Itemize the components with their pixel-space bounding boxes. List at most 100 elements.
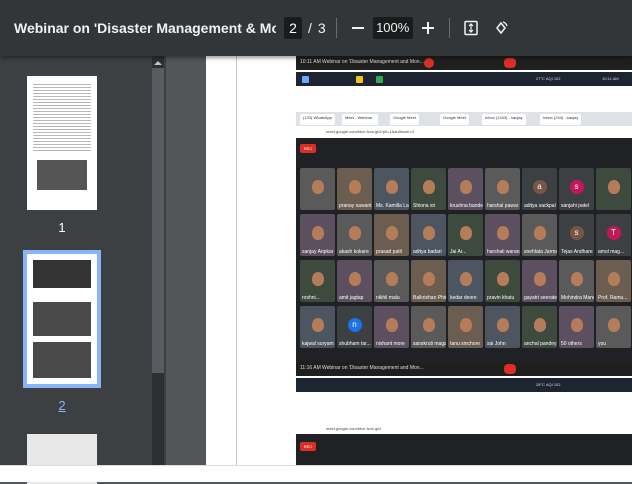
participant-name: Mohindra Mane (561, 295, 594, 301)
participant-tile[interactable]: anchal pandey (522, 306, 557, 348)
rotate-button[interactable] (490, 16, 512, 40)
participant-tile[interactable]: gayatri seerate... (522, 260, 557, 302)
rec-badge: REC (300, 442, 316, 451)
page-number-input[interactable]: 2 (284, 17, 302, 39)
page-thumbnail-1[interactable] (27, 76, 97, 210)
participant-video (570, 317, 583, 332)
taskbar-clock: 10:11 AM (602, 76, 619, 81)
participant-tile[interactable]: s sanjahi patel (559, 168, 594, 210)
browser-tab[interactable]: Inbox (244) - sanjay (540, 114, 582, 125)
participant-tile[interactable]: amit jagtap (337, 260, 372, 302)
participant-video (459, 225, 472, 240)
toolbar-divider (335, 18, 337, 38)
sidebar-scroll-thumb[interactable] (152, 68, 164, 373)
participant-name: Balkrishan Phir... (413, 295, 446, 301)
participant-tile[interactable]: Balkrishan Phir... (411, 260, 446, 302)
participant-name: anchal pandey (524, 341, 557, 347)
participant-tile[interactable]: kedar deore (448, 260, 483, 302)
participant-tile[interactable]: akash kokare (337, 214, 372, 256)
browser-tab[interactable]: Google Meet (440, 114, 469, 125)
participant-name: sanskruti magar (413, 341, 446, 347)
participant-tile[interactable]: a aditya sackpal (522, 168, 557, 210)
participant-tile[interactable]: sai John (485, 306, 520, 348)
thumbnail-image (33, 342, 91, 378)
zoom-out-button[interactable] (347, 16, 369, 40)
participant-name: Shiona sri (413, 203, 436, 209)
participant-video (422, 179, 435, 194)
participant-name: harshal pawar (487, 203, 519, 209)
zoom-in-button[interactable] (417, 16, 439, 40)
participant-tile[interactable]: Jai Ar... (448, 214, 483, 256)
windows-taskbar: 27°C AQI 102 10:11 AM (296, 72, 632, 86)
participant-tile[interactable] (300, 168, 335, 210)
participant-video (607, 179, 620, 194)
participant-name: akash kokare (339, 249, 369, 255)
minus-icon (351, 27, 364, 29)
participant-tile[interactable]: roshni... (300, 260, 335, 302)
thumbnail-image (33, 302, 91, 336)
participant-tile[interactable]: s Tejas Andhare (559, 214, 594, 256)
participant-name: nishant more (376, 341, 405, 347)
browser-tab[interactable]: (133) WhatsApp (300, 114, 335, 125)
participant-tile[interactable]: Shiona sri (411, 168, 446, 210)
participant-tile[interactable]: tanu sinchore (448, 306, 483, 348)
participant-video (533, 225, 546, 240)
participant-avatar: s (569, 225, 584, 240)
browser-tab-active[interactable]: Meet - Webinar - (342, 114, 378, 125)
participant-tile[interactable]: n shubham tar... (337, 306, 372, 348)
participant-tile[interactable]: Tamol mag... (596, 214, 631, 256)
participant-name: kajwal suryam (302, 341, 334, 347)
windows-taskbar-2: 28°C AQI 102 (296, 378, 632, 392)
participant-name: gayatri seerate... (524, 295, 557, 301)
folder-icon (356, 76, 363, 83)
participant-name: Prof. Ramu... (598, 295, 628, 301)
scroll-up-arrow-icon[interactable] (153, 59, 163, 67)
participant-video (385, 271, 398, 286)
end-call-icon (504, 364, 516, 374)
participant-tile[interactable]: harshal pawar (485, 168, 520, 210)
participant-tile[interactable]: pranay sawant (337, 168, 372, 210)
browser-tab[interactable]: Google Meet (390, 114, 419, 125)
participant-tile[interactable]: you (596, 306, 631, 348)
participant-tile[interactable]: pravin khatu (485, 260, 520, 302)
toolbar-divider (448, 18, 450, 38)
thumbnail-text-lines (33, 82, 91, 152)
participant-tile[interactable]: prasad patil (374, 214, 409, 256)
page-thumbnail-2-selected[interactable] (23, 250, 101, 388)
browser-address-bar[interactable]: meet.google.com/btcn-fcxs-gtd?pli=1&auth… (296, 126, 632, 138)
participant-tile[interactable]: krushna bande (448, 168, 483, 210)
next-page-edge (0, 465, 632, 482)
participant-tile[interactable]: sanskruti magar (411, 306, 446, 348)
participant-name: Jai Ar... (450, 249, 467, 255)
taskbar-weather: 27°C AQI 102 (536, 76, 561, 81)
participant-tile[interactable]: sanjay Anpkar (300, 214, 335, 256)
participant-video (533, 271, 546, 286)
participant-tile[interactable]: 50 others (559, 306, 594, 348)
fit-page-icon (463, 20, 478, 36)
participant-tile[interactable]: Ms. Kamilla La... (374, 168, 409, 210)
titlebar-text: Webinar on 'Disaster Management and Mon.… (322, 59, 424, 65)
participant-tile[interactable]: snehlata Jarma... (522, 214, 557, 256)
browser-address-bar: meet.google.com/btcn-fcxs-gtd (296, 424, 632, 434)
participant-name: amit jagtap (339, 295, 364, 301)
participant-name: aditya sackpal (524, 203, 556, 209)
participant-name: harshali waran... (487, 249, 520, 255)
participant-tile[interactable]: nishant more (374, 306, 409, 348)
participant-tile[interactable] (596, 168, 631, 210)
record-indicator-icon (424, 58, 434, 68)
participant-video (348, 271, 361, 286)
fit-page-button[interactable] (460, 16, 482, 40)
participant-tile[interactable]: Prof. Ramu... (596, 260, 631, 302)
participant-tile[interactable]: aditya badari (411, 214, 446, 256)
participant-tile[interactable]: kajwal suryam (300, 306, 335, 348)
participant-tile[interactable]: harshali waran... (485, 214, 520, 256)
participant-name: pranay sawant (339, 203, 372, 209)
browser-tab[interactable]: Inbox (1343) - sanjay (482, 114, 526, 125)
participant-avatar: s (569, 179, 584, 194)
participant-name: nikhil malu (376, 295, 400, 301)
participant-tile[interactable]: Mohindra Mane (559, 260, 594, 302)
zoom-level-input[interactable]: 100% (372, 17, 413, 39)
participant-video (348, 179, 361, 194)
participant-name: kedar deore (450, 295, 477, 301)
participant-tile[interactable]: nikhil malu (374, 260, 409, 302)
